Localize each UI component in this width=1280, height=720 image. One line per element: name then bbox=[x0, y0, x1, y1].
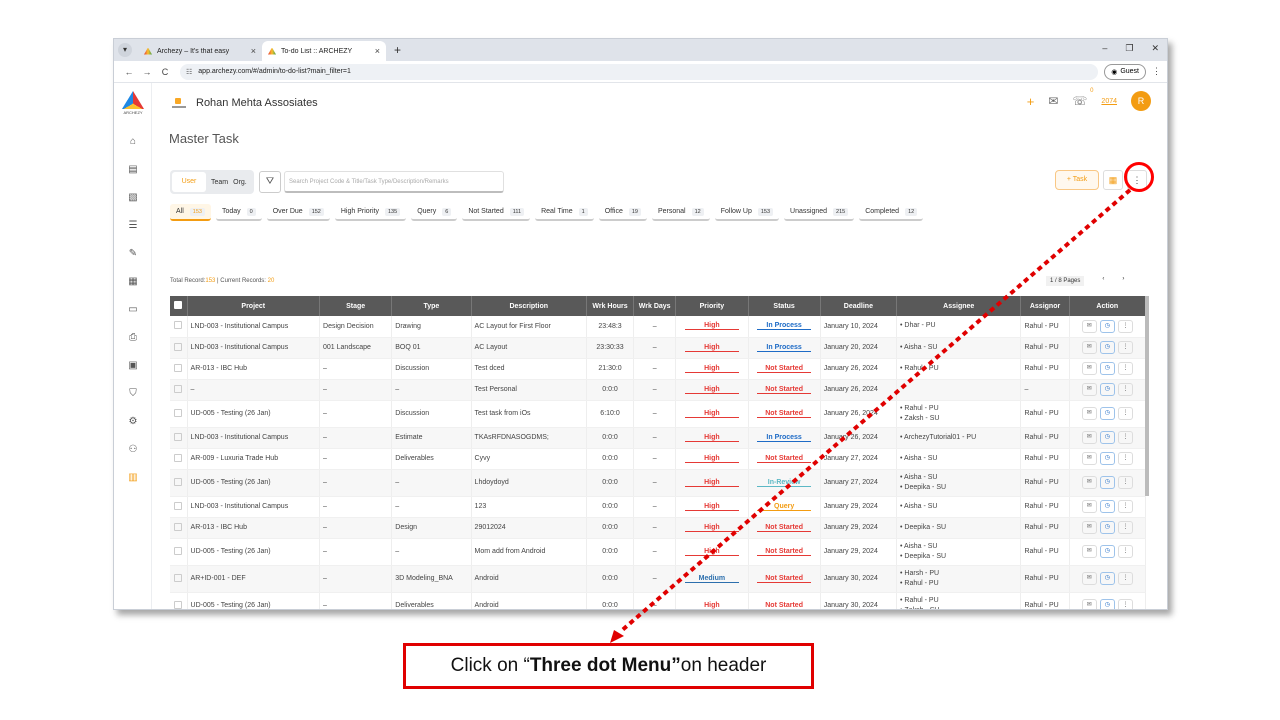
instruction-callout: Click on “Three dot Menu” on header bbox=[403, 643, 814, 689]
callout-prefix: Click on “ bbox=[450, 655, 530, 676]
callout-bold: Three dot Menu” bbox=[529, 655, 681, 676]
highlight-circle bbox=[1124, 162, 1154, 192]
slide: ▾ Archezy – It's that easy × To-do List … bbox=[0, 0, 1280, 720]
annotation-arrow bbox=[610, 188, 1132, 643]
dotted-pointer-line bbox=[618, 188, 1132, 634]
arrow-head bbox=[610, 630, 624, 643]
callout-suffix: on header bbox=[680, 655, 767, 676]
